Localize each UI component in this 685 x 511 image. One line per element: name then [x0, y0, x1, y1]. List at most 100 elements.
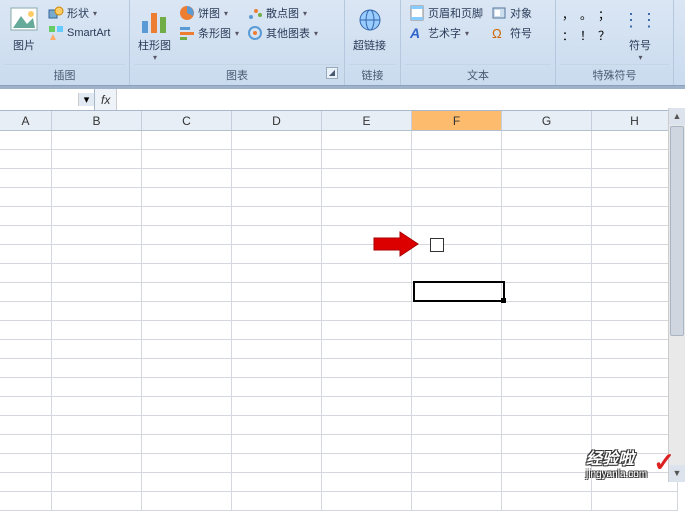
cell[interactable] — [52, 131, 142, 150]
cell[interactable] — [412, 169, 502, 188]
cell[interactable] — [502, 473, 592, 492]
cell[interactable] — [142, 473, 232, 492]
cell[interactable] — [232, 416, 322, 435]
cell[interactable] — [0, 283, 52, 302]
cell[interactable] — [142, 169, 232, 188]
cell[interactable] — [232, 302, 322, 321]
cell[interactable] — [52, 321, 142, 340]
cell[interactable] — [592, 359, 678, 378]
cell[interactable] — [0, 131, 52, 150]
cell[interactable] — [142, 283, 232, 302]
cell[interactable] — [412, 435, 502, 454]
column-header[interactable]: H — [592, 111, 678, 130]
cell[interactable] — [0, 397, 52, 416]
cell[interactable] — [412, 454, 502, 473]
chevron-down-icon[interactable]: ▾ — [78, 93, 94, 106]
cell[interactable] — [502, 435, 592, 454]
cell[interactable] — [142, 435, 232, 454]
cell[interactable] — [0, 473, 52, 492]
cell[interactable] — [592, 397, 678, 416]
cell[interactable] — [52, 359, 142, 378]
cell[interactable] — [52, 226, 142, 245]
cell[interactable] — [322, 283, 412, 302]
cell[interactable] — [592, 150, 678, 169]
cell[interactable] — [52, 207, 142, 226]
smartart-button[interactable]: SmartArt — [46, 24, 112, 42]
cell[interactable] — [232, 435, 322, 454]
cell[interactable] — [142, 150, 232, 169]
cell[interactable] — [0, 150, 52, 169]
cell[interactable] — [322, 264, 412, 283]
cell[interactable] — [412, 245, 502, 264]
cell[interactable] — [502, 321, 592, 340]
cell[interactable] — [502, 226, 592, 245]
cell[interactable] — [322, 150, 412, 169]
cell[interactable] — [322, 340, 412, 359]
cell[interactable] — [592, 264, 678, 283]
cell[interactable] — [502, 340, 592, 359]
column-header[interactable]: B — [52, 111, 142, 130]
column-chart-button[interactable]: 柱形图▾ — [134, 2, 175, 64]
cell-grid[interactable] — [0, 131, 685, 511]
cell[interactable] — [52, 302, 142, 321]
cell[interactable] — [592, 226, 678, 245]
other-chart-button[interactable]: 其他图表▾ — [245, 24, 320, 42]
cell[interactable] — [502, 416, 592, 435]
cell[interactable] — [142, 264, 232, 283]
cell[interactable] — [232, 188, 322, 207]
cell[interactable] — [412, 302, 502, 321]
cell[interactable] — [412, 226, 502, 245]
cell[interactable] — [412, 321, 502, 340]
cell[interactable] — [412, 397, 502, 416]
cell[interactable] — [322, 207, 412, 226]
cell[interactable] — [52, 150, 142, 169]
cell[interactable] — [412, 188, 502, 207]
cell[interactable] — [592, 188, 678, 207]
cell[interactable] — [52, 416, 142, 435]
cell[interactable] — [322, 169, 412, 188]
cell[interactable] — [52, 454, 142, 473]
header-footer-button[interactable]: 页眉和页脚 — [407, 4, 485, 22]
scroll-thumb[interactable] — [670, 126, 684, 336]
cell[interactable] — [592, 302, 678, 321]
cell[interactable] — [502, 302, 592, 321]
cell[interactable] — [592, 245, 678, 264]
cell[interactable] — [142, 416, 232, 435]
punct-button[interactable]: 。 — [580, 6, 590, 23]
cell[interactable] — [322, 302, 412, 321]
cell[interactable] — [592, 131, 678, 150]
cell[interactable] — [0, 188, 52, 207]
cell[interactable] — [322, 359, 412, 378]
cell[interactable] — [142, 378, 232, 397]
cell[interactable] — [142, 302, 232, 321]
cell[interactable] — [412, 492, 502, 511]
cell[interactable] — [592, 283, 678, 302]
hyperlink-button[interactable]: 超链接 — [349, 2, 390, 55]
cell[interactable] — [142, 454, 232, 473]
cell[interactable] — [412, 131, 502, 150]
cell[interactable] — [0, 435, 52, 454]
cell[interactable] — [52, 435, 142, 454]
cell[interactable] — [322, 131, 412, 150]
cell[interactable] — [412, 207, 502, 226]
dialog-launcher-icon[interactable]: ◢ — [326, 67, 338, 79]
special-symbols-button[interactable]: ⋮⋮ 符号▾ — [620, 2, 660, 64]
cell[interactable] — [322, 454, 412, 473]
cell[interactable] — [502, 169, 592, 188]
cell[interactable] — [322, 397, 412, 416]
cell[interactable] — [232, 226, 322, 245]
cell[interactable] — [142, 131, 232, 150]
vertical-scrollbar[interactable]: ▲ ▼ — [668, 108, 685, 482]
cell[interactable] — [0, 378, 52, 397]
cell[interactable] — [52, 397, 142, 416]
cell[interactable] — [232, 264, 322, 283]
cell[interactable] — [232, 207, 322, 226]
cell[interactable] — [412, 283, 502, 302]
cell[interactable] — [412, 473, 502, 492]
cell[interactable] — [0, 302, 52, 321]
cell[interactable] — [592, 492, 678, 511]
cell[interactable] — [412, 150, 502, 169]
cell[interactable] — [52, 188, 142, 207]
bar-chart-button[interactable]: 条形图▾ — [177, 24, 241, 42]
cell[interactable] — [232, 131, 322, 150]
